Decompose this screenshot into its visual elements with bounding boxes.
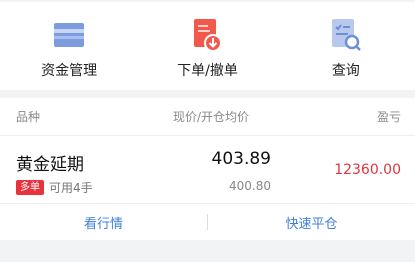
- long-position-badge: 多单: [16, 180, 44, 195]
- current-price: 403.89: [211, 149, 271, 169]
- query-label: 查询: [331, 63, 360, 79]
- average-open-price: 400.80: [229, 179, 271, 193]
- available-lots: 可用4手: [49, 181, 93, 195]
- card-icon: [52, 18, 86, 52]
- position-tags: 多单 可用4手: [16, 179, 93, 196]
- profit-loss-value: 12360.00: [334, 162, 401, 178]
- header-name: 品种: [16, 110, 41, 124]
- row-action-bar: 看行情 快速平仓: [0, 204, 415, 240]
- fund-management-button[interactable]: 资金管理: [0, 2, 138, 90]
- header-price: 现价/开仓均价: [172, 110, 249, 124]
- section-gap: [0, 90, 415, 98]
- table-row[interactable]: 黄金延期 多单 可用4手 403.89 400.80 12360.00: [0, 136, 415, 204]
- place-cancel-order-button[interactable]: 下单/撤单: [138, 2, 276, 90]
- order-document-icon: [190, 18, 224, 52]
- instrument-name: 黄金延期: [16, 155, 84, 175]
- search-document-icon: [329, 18, 363, 52]
- positions-table-header: 品种 现价/开仓均价 盈亏: [0, 98, 415, 136]
- fund-management-label: 资金管理: [41, 63, 98, 79]
- bottom-spacer: [0, 240, 415, 262]
- header-profit-loss: 盈亏: [376, 110, 401, 124]
- place-cancel-order-label: 下单/撤单: [177, 63, 238, 79]
- view-market-button[interactable]: 看行情: [0, 213, 207, 232]
- quick-actions-bar: 资金管理 下单/撤单 查询: [0, 2, 415, 90]
- quick-close-position-button[interactable]: 快速平仓: [208, 213, 415, 232]
- query-button[interactable]: 查询: [277, 2, 415, 90]
